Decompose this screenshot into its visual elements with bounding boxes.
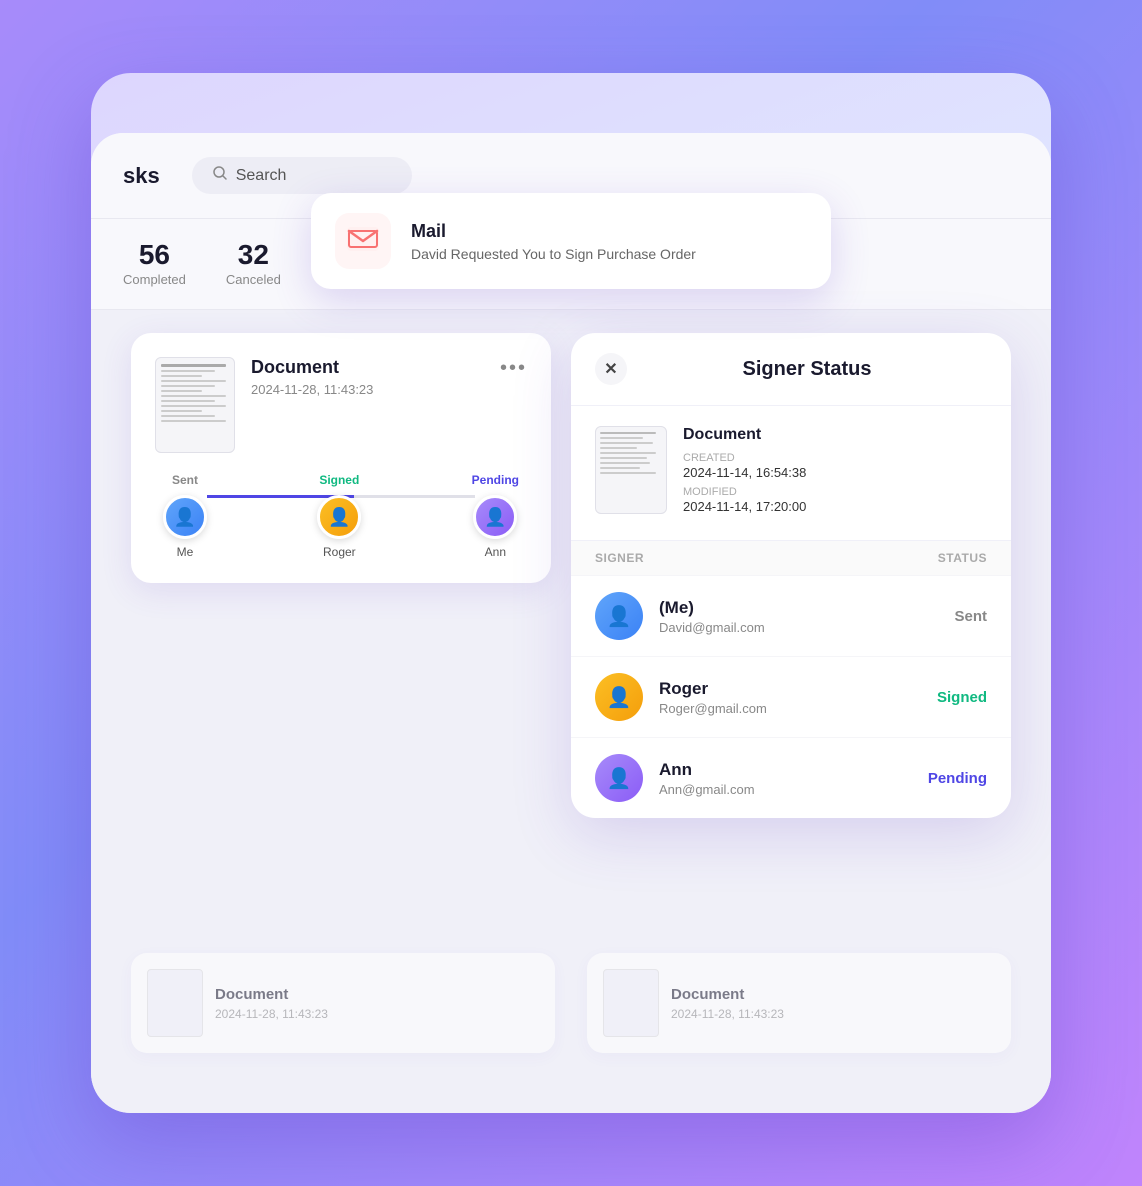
signer-avatar-ann: 👤: [595, 754, 643, 802]
stat-canceled: 32 Canceled: [226, 239, 281, 289]
signer-item-me: Sent 👤 Me: [163, 473, 207, 559]
signer-row-name-ann: Ann: [659, 760, 912, 780]
panel-header: ✕ Signer Status: [571, 333, 1011, 406]
bottom-doc-card-1: Document 2024-11-28, 11:43:23: [131, 953, 555, 1053]
search-bar[interactable]: Search: [192, 157, 412, 194]
mail-content: Mail David Requested You to Sign Purchas…: [411, 221, 696, 262]
modified-value: 2024-11-14, 17:20:00: [683, 499, 806, 514]
avatar-roger: 👤: [317, 495, 361, 539]
bottom-doc-date-2: 2024-11-28, 11:43:23: [671, 1007, 784, 1021]
signer-row-email-me: David@gmail.com: [659, 620, 938, 635]
signer-row-info-ann: Ann Ann@gmail.com: [659, 760, 912, 797]
avatar-ann: 👤: [473, 495, 517, 539]
stat-completed: 56 Completed: [123, 239, 186, 289]
app-panel: sks Search 56 Completed 32 Canceled: [91, 133, 1051, 1113]
signer-status-roger: Signed: [319, 473, 359, 487]
signer-row-roger: 👤 Roger Roger@gmail.com Signed: [571, 656, 1011, 737]
doc-more-button[interactable]: •••: [500, 357, 527, 380]
signer-row-email-roger: Roger@gmail.com: [659, 701, 921, 716]
signer-row-info-me: (Me) David@gmail.com: [659, 598, 938, 635]
completed-label: Completed: [123, 272, 186, 287]
bottom-doc-thumb-2: [603, 969, 659, 1037]
signer-status-me: Sent: [172, 473, 198, 487]
signer-row-info-roger: Roger Roger@gmail.com: [659, 679, 921, 716]
col-status: Status: [938, 551, 987, 565]
signer-row-status-roger: Signed: [937, 689, 987, 706]
signer-row-email-ann: Ann@gmail.com: [659, 782, 912, 797]
panel-doc-section: Document Created 2024-11-14, 16:54:38 Mo…: [571, 406, 1011, 541]
mail-icon: [347, 227, 379, 256]
signer-item-roger: Signed 👤 Roger: [317, 473, 361, 559]
signer-item-ann: Pending 👤 Ann: [472, 473, 519, 559]
col-signer: Signer: [595, 551, 644, 565]
search-icon: [212, 165, 228, 186]
bottom-doc-title-2: Document: [671, 986, 784, 1003]
canceled-label: Canceled: [226, 272, 281, 287]
signer-name-ann: Ann: [485, 545, 506, 559]
signer-row-me: 👤 (Me) David@gmail.com Sent: [571, 575, 1011, 656]
outer-container: sks Search 56 Completed 32 Canceled: [91, 73, 1051, 1113]
created-label: Created: [683, 452, 806, 464]
bottom-doc-thumb-1: [147, 969, 203, 1037]
mail-message: David Requested You to Sign Purchase Ord…: [411, 246, 696, 262]
app-title: sks: [123, 163, 160, 189]
signer-name-roger: Roger: [323, 545, 356, 559]
bottom-doc-title-1: Document: [215, 986, 328, 1003]
signer-row-status-ann: Pending: [928, 770, 987, 787]
bottom-docs: Document 2024-11-28, 11:43:23 Document 2…: [131, 953, 1011, 1053]
signer-row-status-me: Sent: [954, 608, 987, 625]
signer-status-panel: ✕ Signer Status: [571, 333, 1011, 818]
doc-thumbnail: [155, 357, 235, 453]
doc-title: Document: [251, 357, 484, 378]
mail-app-name: Mail: [411, 221, 696, 242]
panel-close-button[interactable]: ✕: [595, 353, 627, 385]
signer-row-name-roger: Roger: [659, 679, 921, 699]
doc-card-header: Document 2024-11-28, 11:43:23 •••: [155, 357, 527, 453]
signer-name-me: Me: [177, 545, 194, 559]
mail-icon-wrap: [335, 213, 391, 269]
search-label: Search: [236, 167, 287, 185]
signer-avatar-me: 👤: [595, 592, 643, 640]
signer-row-name-me: (Me): [659, 598, 938, 618]
signer-progress: Sent 👤 Me Signed 👤 Roger Pending: [155, 473, 527, 559]
signer-table-header: Signer Status: [571, 541, 1011, 575]
doc-info: Document 2024-11-28, 11:43:23: [251, 357, 484, 397]
modified-label: Modified: [683, 486, 806, 498]
bottom-doc-date-1: 2024-11-28, 11:43:23: [215, 1007, 328, 1021]
created-value: 2024-11-14, 16:54:38: [683, 465, 806, 480]
panel-title: Signer Status: [627, 358, 987, 381]
signer-row-ann: 👤 Ann Ann@gmail.com Pending: [571, 737, 1011, 818]
signer-status-ann: Pending: [472, 473, 519, 487]
panel-doc-info: Document Created 2024-11-14, 16:54:38 Mo…: [683, 426, 806, 520]
mail-notification: Mail David Requested You to Sign Purchas…: [311, 193, 831, 289]
canceled-count: 32: [226, 239, 281, 271]
bottom-doc-info-2: Document 2024-11-28, 11:43:23: [671, 986, 784, 1021]
signer-avatar-roger: 👤: [595, 673, 643, 721]
completed-count: 56: [123, 239, 186, 271]
bottom-doc-card-2: Document 2024-11-28, 11:43:23: [587, 953, 1011, 1053]
panel-doc-title: Document: [683, 426, 806, 444]
document-card: Document 2024-11-28, 11:43:23 ••• Sent 👤…: [131, 333, 551, 583]
doc-date: 2024-11-28, 11:43:23: [251, 382, 484, 397]
bottom-doc-info-1: Document 2024-11-28, 11:43:23: [215, 986, 328, 1021]
panel-doc-thumbnail: [595, 426, 667, 514]
avatar-me: 👤: [163, 495, 207, 539]
